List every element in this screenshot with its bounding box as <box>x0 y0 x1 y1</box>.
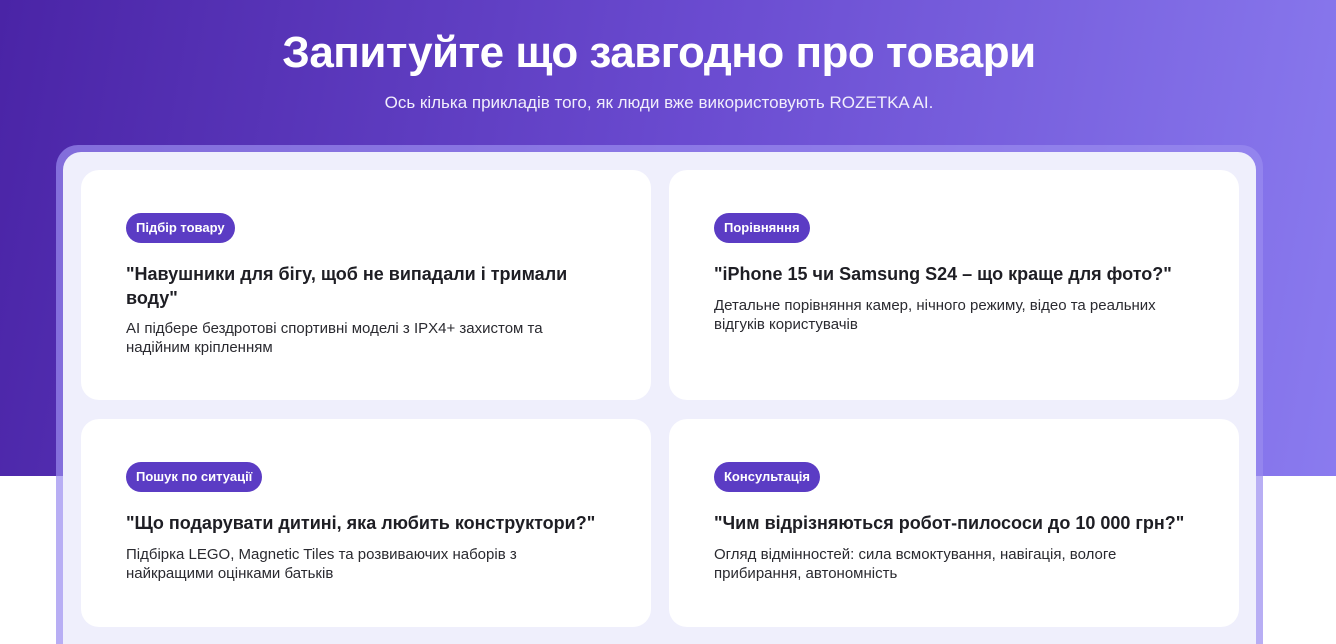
category-badge: Підбір товару <box>126 213 235 243</box>
category-badge: Порівняння <box>714 213 810 243</box>
page: Запитуйте що завгодно про товари Ось кіл… <box>0 0 1336 644</box>
example-card-consultation[interactable]: Консультація "Чим відрізняються робот-пи… <box>669 419 1239 627</box>
example-question: "Чим відрізняються робот-пилососи до 10 … <box>714 513 1185 533</box>
page-title: Запитуйте що завгодно про товари <box>282 28 1036 77</box>
example-card-situation-search[interactable]: Пошук по ситуації "Що подарувати дитині,… <box>81 419 651 627</box>
example-description: Підбірка LEGO, Magnetic Tiles та розвива… <box>126 546 517 582</box>
example-card-product-selection[interactable]: Підбір товару "Навушники для бігу, щоб н… <box>81 170 651 400</box>
page-subtitle: Ось кілька прикладів того, як люди вже в… <box>384 93 934 112</box>
example-question: "Що подарувати дитині, яка любить констр… <box>126 513 596 533</box>
example-question: "iPhone 15 чи Samsung S24 – що краще для… <box>714 264 1172 284</box>
category-badge: Пошук по ситуації <box>126 462 263 492</box>
example-description: Огляд відмінностей: сила всмоктування, н… <box>714 546 1117 582</box>
category-badge: Консультація <box>714 462 820 492</box>
example-card-comparison[interactable]: Порівняння "iPhone 15 чи Samsung S24 – щ… <box>669 170 1239 400</box>
example-description: AI підбере бездротові спортивні моделі з… <box>126 320 543 356</box>
example-description: Детальне порівняння камер, нічного режим… <box>714 297 1156 333</box>
example-question: "Навушники для бігу, щоб не випадали і т… <box>126 264 568 308</box>
